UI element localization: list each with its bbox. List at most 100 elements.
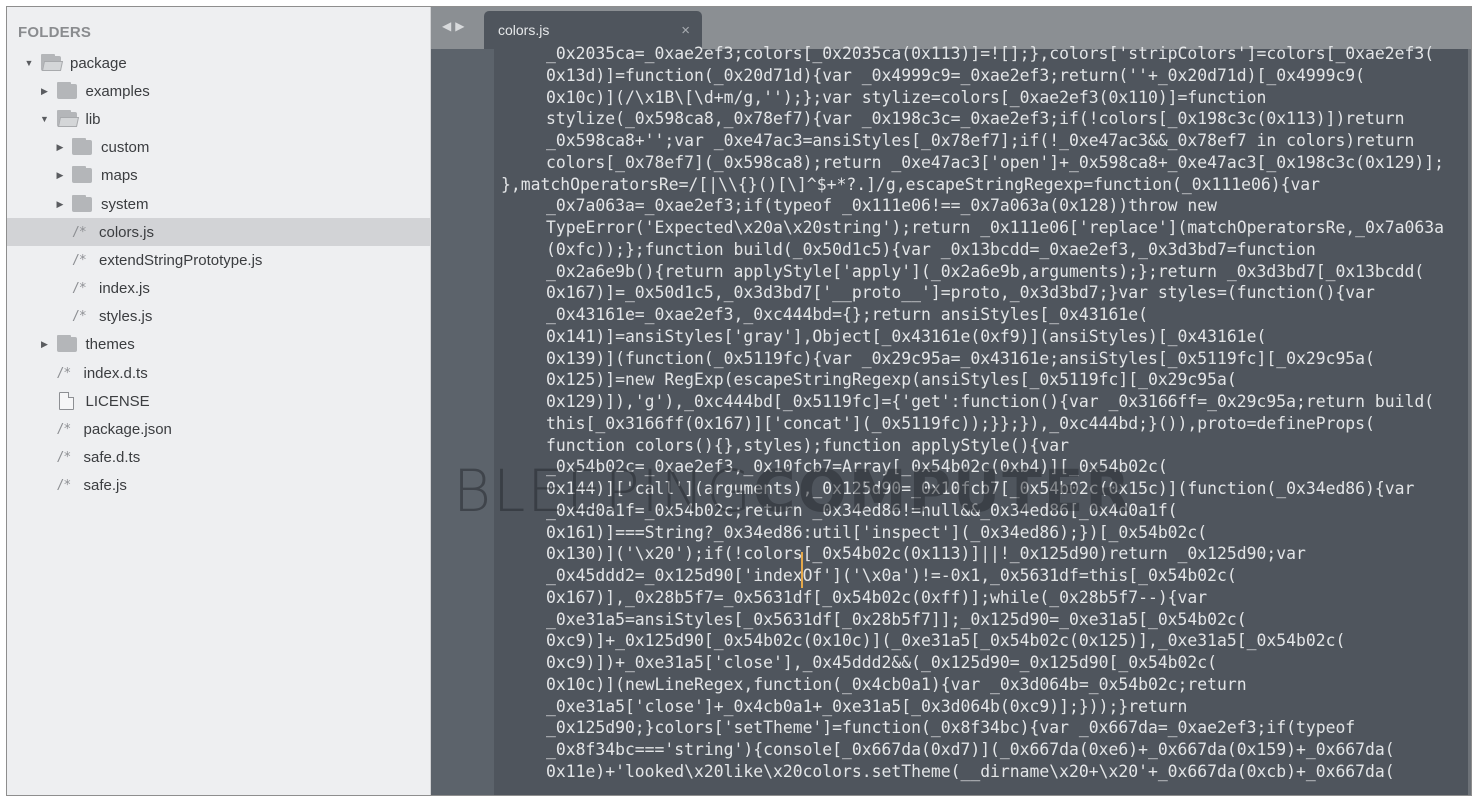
sidebar-item-label: safe.d.ts bbox=[83, 449, 141, 467]
sidebar-item-label: package bbox=[70, 54, 127, 72]
code-line: 0x167)],_0x28b5f7=_0x5631df[_0x54b02c(0x… bbox=[546, 587, 1208, 607]
code-line: _0xe31a5['close']+_0x4cb0a1+_0xe31a5[_0x… bbox=[546, 696, 1188, 716]
sidebar-item-index-js[interactable]: /* index.js bbox=[7, 275, 430, 303]
folder-icon bbox=[72, 138, 92, 156]
disclosure-expanded-icon[interactable]: ▼ bbox=[39, 114, 51, 124]
disclosure-collapsed-icon[interactable]: ▶ bbox=[39, 339, 51, 350]
code-line: _0xe31a5=ansiStyles[_0x5631df[_0x28b5f7]… bbox=[546, 609, 1247, 629]
sidebar-item-label: index.js bbox=[99, 280, 150, 298]
sidebar-item-safe-d-ts[interactable]: /* safe.d.ts bbox=[7, 444, 430, 472]
sidebar-item-label: examples bbox=[85, 82, 150, 100]
code-line: _0x2a6e9b(){return applyStyle['apply'](_… bbox=[546, 261, 1425, 281]
file-tree: ▼ package ▶ examples ▼ lib ▶ custom ▶ maps ▶ system… bbox=[7, 49, 430, 500]
sidebar-item-package[interactable]: ▼ package bbox=[7, 49, 430, 77]
code-line: 0x10c)](newLineRegex,function(_0x4cb0a1)… bbox=[546, 674, 1247, 694]
code-file-icon: /* bbox=[56, 450, 72, 466]
code-line: 0x141)]=ansiStyles['gray'],Object[_0x431… bbox=[546, 326, 1267, 346]
back-arrow-icon[interactable]: ◀ bbox=[442, 19, 455, 33]
code-line: 0x125)]=new RegExp(escapeStringRegexp(an… bbox=[546, 370, 1237, 390]
editor-window: FOLDERS ▼ package ▶ examples ▼ lib ▶ custom ▶ map… bbox=[6, 6, 1472, 796]
code-file-icon: /* bbox=[56, 478, 72, 494]
sidebar-item-index-d-ts[interactable]: /* index.d.ts bbox=[7, 359, 430, 387]
code-line: 0xc9)]+_0x125d90[_0x54b02c(0x10c)](_0xe3… bbox=[546, 631, 1346, 651]
code-line: 0xc9)])+_0xe31a5['close'],_0x45ddd2&&(_0… bbox=[546, 653, 1218, 672]
sidebar-item-examples[interactable]: ▶ examples bbox=[7, 77, 430, 105]
code-area[interactable]: _0x2035ca=_0xae2ef3;colors[_0x2035ca(0x1… bbox=[501, 43, 1471, 795]
sidebar-item-lib[interactable]: ▼ lib bbox=[7, 105, 430, 133]
tab-navigation: ◀▶ bbox=[442, 19, 468, 33]
sidebar-header: FOLDERS bbox=[18, 24, 92, 41]
code-line: TypeError('Expected\x20a\x20string');ret… bbox=[546, 218, 1444, 237]
sidebar-item-custom[interactable]: ▶ custom bbox=[7, 134, 430, 162]
sidebar-item-label: themes bbox=[85, 336, 135, 354]
sidebar-item-colors-js[interactable]: /* colors.js bbox=[7, 218, 430, 247]
tab-label: colors.js bbox=[498, 22, 550, 38]
folder-open-icon bbox=[41, 53, 64, 71]
code-line: this[_0x3166ff(0x167)]['concat'](_0x5119… bbox=[546, 413, 1375, 433]
sidebar-item-label: safe.js bbox=[83, 477, 127, 495]
code-file-icon: /* bbox=[56, 422, 72, 438]
disclosure-collapsed-icon[interactable]: ▶ bbox=[54, 170, 66, 181]
folder-icon bbox=[56, 335, 77, 353]
code-line: _0x45ddd2=_0x125d90['indexOf']('\x0a')!=… bbox=[546, 566, 1237, 585]
sidebar-item-label: styles.js bbox=[99, 308, 153, 326]
disclosure-collapsed-icon[interactable]: ▶ bbox=[39, 86, 51, 97]
code-line: },matchOperatorsRe=/[|\\{}()[\]^$+*?.]/g… bbox=[501, 174, 1321, 194]
document-icon bbox=[58, 391, 74, 411]
code-file-icon: /* bbox=[72, 281, 87, 297]
folder-icon bbox=[72, 166, 92, 184]
code-line: _0x54b02c=_0xae2ef3,_0x10fcb7=Array[_0x5… bbox=[546, 457, 1168, 477]
editor-pane: ◀▶ colors.js × _0x2035ca=_0xae2ef3;color… bbox=[431, 7, 1471, 795]
code-file-icon: /* bbox=[72, 224, 87, 240]
sidebar-item-maps[interactable]: ▶ maps bbox=[7, 162, 430, 190]
code-line: 0x129)]),'g'),_0xc444bd[_0x5119fc]={'get… bbox=[546, 392, 1435, 411]
line-gutter bbox=[431, 49, 494, 795]
disclosure-expanded-icon[interactable]: ▼ bbox=[23, 58, 35, 68]
disclosure-collapsed-icon[interactable]: ▶ bbox=[54, 199, 66, 210]
code-line: 0x130)]('\x20');if(!colors[_0x54b02c(0x1… bbox=[546, 544, 1306, 564]
folder-icon bbox=[72, 194, 92, 212]
code-file-icon: /* bbox=[56, 365, 72, 381]
code-line: 0x144)]['call'](arguments),_0x125d90=_0x… bbox=[546, 479, 1415, 498]
sidebar-item-label: index.d.ts bbox=[83, 364, 148, 382]
code-line: _0x8f34bc==='string'){console[_0x667da(0… bbox=[546, 740, 1395, 759]
folder-open-icon bbox=[56, 109, 79, 127]
code-line: 0x13d)]=function(_0x20d71d){var _0x4999c… bbox=[546, 65, 1366, 85]
code-line: colors[_0x78ef7](_0x598ca8);return _0xe4… bbox=[546, 152, 1444, 172]
sidebar-item-label: custom bbox=[101, 139, 150, 157]
code-line: _0x7a063a=_0xae2ef3;if(typeof _0x111e06!… bbox=[546, 196, 1218, 216]
code-line: 0x11e)+'looked\x20like\x20colors.setThem… bbox=[546, 761, 1395, 781]
code-line: _0x598ca8+'';var _0xe47ac3=ansiStyles[_0… bbox=[546, 131, 1415, 150]
forward-arrow-icon[interactable]: ▶ bbox=[455, 19, 468, 33]
sidebar-item-label: LICENSE bbox=[85, 392, 150, 410]
sidebar-item-styles-js[interactable]: /* styles.js bbox=[7, 303, 430, 331]
code-line: 0x139)](function(_0x5119fc){var _0x29c95… bbox=[546, 348, 1375, 368]
code-line: _0x125d90;}colors['setTheme']=function(_… bbox=[546, 718, 1356, 738]
code-line: function colors(){},styles);function app… bbox=[546, 435, 1070, 455]
sidebar-item-label: maps bbox=[101, 167, 138, 185]
code-line: _0x2035ca=_0xae2ef3;colors[_0x2035ca(0x1… bbox=[546, 44, 1435, 63]
sidebar-item-themes[interactable]: ▶ themes bbox=[7, 331, 430, 359]
code-line: _0x43161e=_0xae2ef3,_0xc444bd={};return … bbox=[546, 305, 1148, 324]
scrollbar[interactable] bbox=[1468, 49, 1471, 795]
sidebar-item-license[interactable]: LICENSE bbox=[7, 387, 430, 415]
sidebar-item-label: lib bbox=[85, 110, 101, 128]
folder-icon bbox=[56, 81, 77, 99]
sidebar-item-extendstringprototype-js[interactable]: /* extendStringPrototype.js bbox=[7, 246, 430, 274]
sidebar-item-label: extendStringPrototype.js bbox=[99, 251, 263, 269]
code-line: (0xfc));};function build(_0x50d1c5){var … bbox=[546, 239, 1316, 259]
code-line: _0x4d0a1f=_0x54b02c;return _0x34ed86!=nu… bbox=[546, 500, 1178, 520]
close-tab-icon[interactable]: × bbox=[681, 22, 690, 39]
sidebar-item-safe-js[interactable]: /* safe.js bbox=[7, 472, 430, 500]
code-line: 0x10c)](/\x1B\[\d+m/g,'');};var stylize=… bbox=[546, 87, 1267, 107]
folder-sidebar: FOLDERS ▼ package ▶ examples ▼ lib ▶ custom ▶ map… bbox=[7, 7, 431, 795]
code-file-icon: /* bbox=[72, 252, 87, 268]
sidebar-item-system[interactable]: ▶ system bbox=[7, 190, 430, 218]
disclosure-collapsed-icon[interactable]: ▶ bbox=[54, 142, 66, 153]
text-cursor bbox=[801, 552, 803, 588]
code-line: 0x167)]=_0x50d1c5,_0x3d3bd7['__proto__']… bbox=[546, 283, 1375, 303]
code-line: 0x161)]===String?_0x34ed86:util['inspect… bbox=[546, 522, 1208, 542]
sidebar-item-label: colors.js bbox=[99, 223, 155, 241]
sidebar-item-package-json[interactable]: /* package.json bbox=[7, 415, 430, 443]
sidebar-item-label: package.json bbox=[83, 421, 172, 439]
